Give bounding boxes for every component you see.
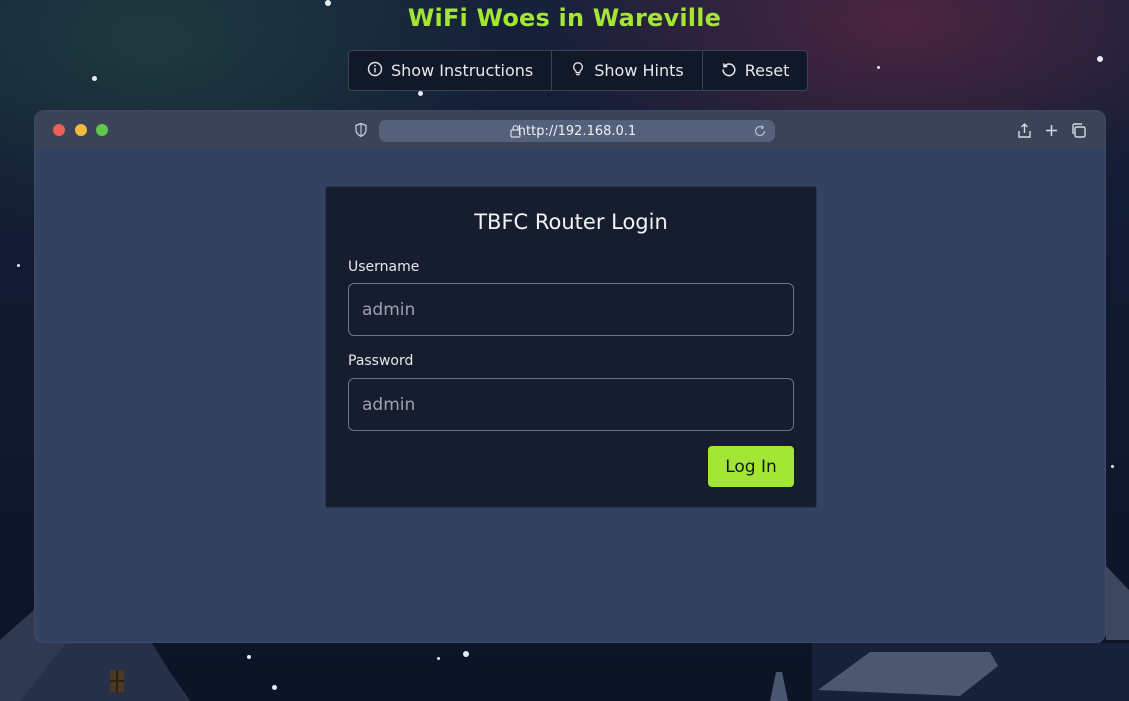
address-bar[interactable]: http://192.168.0.1 — [379, 120, 775, 142]
shield-icon[interactable] — [353, 122, 369, 138]
tab-overview-icon[interactable] — [1070, 122, 1087, 143]
username-label: Username — [348, 259, 420, 275]
browser-actions — [1016, 122, 1087, 143]
minimize-window-button[interactable] — [75, 124, 87, 136]
reset-button[interactable]: Reset — [703, 51, 808, 90]
browser-window: http://192.168.0.1 TBFC Router Login Use… — [34, 110, 1106, 643]
maximize-window-button[interactable] — [96, 124, 108, 136]
reset-label: Reset — [744, 61, 790, 80]
password-label: Password — [348, 353, 414, 369]
page-title: WiFi Woes in Wareville — [407, 4, 722, 32]
share-icon[interactable] — [1016, 122, 1033, 143]
login-card: TBFC Router Login Username Password Log … — [325, 186, 817, 508]
close-window-button[interactable] — [53, 124, 65, 136]
password-input[interactable] — [348, 378, 794, 431]
new-tab-icon[interactable] — [1043, 122, 1060, 143]
lock-icon — [509, 124, 522, 138]
lightbulb-icon — [570, 61, 586, 81]
show-hints-label: Show Hints — [594, 61, 684, 80]
browser-toolbar: http://192.168.0.1 — [35, 111, 1105, 149]
show-instructions-label: Show Instructions — [391, 61, 534, 80]
reload-icon[interactable] — [753, 124, 767, 138]
show-hints-button[interactable]: Show Hints — [552, 51, 703, 90]
url-text: http://192.168.0.1 — [517, 123, 637, 139]
info-icon — [367, 61, 383, 81]
username-input[interactable] — [348, 283, 794, 336]
login-title: TBFC Router Login — [474, 210, 668, 234]
toolbar: Show Instructions Show Hints Reset — [348, 50, 809, 91]
login-button[interactable]: Log In — [708, 446, 794, 487]
reset-icon — [721, 61, 737, 81]
show-instructions-button[interactable]: Show Instructions — [349, 51, 553, 90]
